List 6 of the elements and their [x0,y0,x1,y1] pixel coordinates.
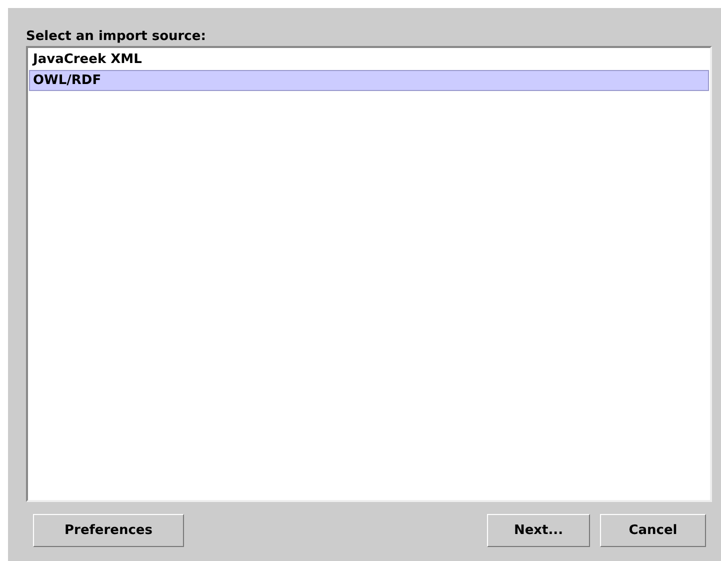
dialog-button[interactable]: Cancel [600,514,706,547]
list-item[interactable]: JavaCreek XML [29,49,709,70]
list-item[interactable]: OWL/RDF [29,70,709,91]
dialog-button[interactable]: Next... [487,514,590,547]
dialog-button[interactable]: Preferences [33,514,184,547]
list-label: Select an import source: [26,28,207,46]
